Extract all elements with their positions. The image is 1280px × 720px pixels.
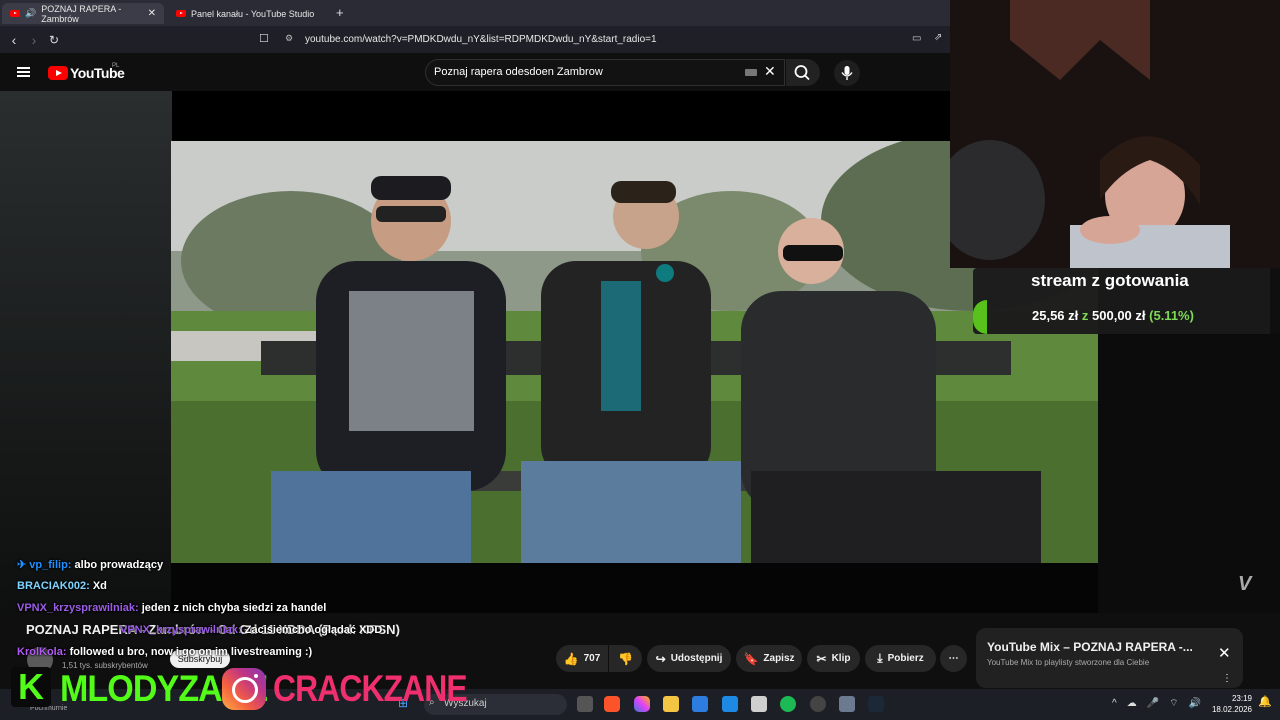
download-icon: ⤓ xyxy=(877,651,883,665)
goal-current: 25,56 zł xyxy=(1032,308,1079,323)
url-field[interactable]: youtube.com/watch?v=PMDKDwdu_nY&list=RDP… xyxy=(305,34,657,45)
dislike-button[interactable]: 👎 xyxy=(609,645,642,672)
mix-title[interactable]: YouTube Mix – POZNAJ RAPERA -... xyxy=(987,640,1193,654)
mix-subtitle: YouTube Mix to playlisty stworzone dla C… xyxy=(987,658,1150,667)
goal-percent: (5.11%) xyxy=(1149,308,1194,323)
tab-youtube-video[interactable]: 🔊 POZNAJ RAPERA - Zambrów ✕ xyxy=(2,3,164,24)
site-info-icon[interactable]: ⚙ xyxy=(285,33,293,44)
microphone-icon xyxy=(841,66,853,80)
share-label: Udostępnij xyxy=(670,653,723,664)
chat-message: BRACIAK002: Xd xyxy=(17,580,107,592)
search-button[interactable] xyxy=(786,59,820,86)
more-vertical-icon[interactable]: ⋮ xyxy=(1222,673,1232,684)
more-actions-button[interactable]: ⋯ xyxy=(940,645,967,672)
tab-close-icon[interactable]: ✕ xyxy=(148,8,156,19)
browser-tab-bar: 🔊 POZNAJ RAPERA - Zambrów ✕ Panel kanału… xyxy=(0,0,950,26)
webcam-image xyxy=(950,0,1280,268)
search-value[interactable]: Poznaj rapera odesdoen Zambrow xyxy=(434,66,603,78)
chat-message: ✈ vp_filip: albo prowadzący xyxy=(17,558,163,571)
address-bar: ‹ › ↻ ☐ ⚙ youtube.com/watch?v=PMDKDwdu_n… xyxy=(0,26,950,53)
chat-message: VPNX_krzysprawilniak: jeden z nich chyba… xyxy=(17,602,326,614)
instagram-handle: CRACKZANE xyxy=(273,668,468,709)
file-explorer-icon[interactable] xyxy=(663,696,679,712)
clock-date: 18.02.2026 xyxy=(1211,705,1252,714)
region-code: PL xyxy=(112,63,120,69)
thumbs-up-icon: 👍 xyxy=(563,651,579,666)
youtube-studio-favicon-icon xyxy=(176,10,186,17)
task-view-icon[interactable] xyxy=(577,696,593,712)
chat-username: VPNX_krzysprawilniak: xyxy=(17,602,139,614)
goal-target: 500,00 zł xyxy=(1092,308,1146,323)
tab-label: Panel kanału - YouTube Studio xyxy=(191,8,315,19)
clear-search-icon[interactable]: ✕ xyxy=(764,63,776,80)
discord-icon[interactable] xyxy=(810,696,826,712)
download-label: Pobierz xyxy=(887,653,924,664)
like-count: 707 xyxy=(583,653,601,664)
settings-icon[interactable] xyxy=(839,696,855,712)
channel-watermark-icon: V xyxy=(1238,573,1252,595)
clock-time: 23:19 xyxy=(1231,694,1252,703)
pin-icon: ✈ xyxy=(17,559,27,571)
new-tab-button[interactable]: + xyxy=(336,5,344,20)
notification-icon[interactable]: 🔔 xyxy=(1258,695,1272,708)
save-label: Zapisz xyxy=(763,653,795,664)
youtube-logo-icon[interactable] xyxy=(48,66,68,80)
chat-text: followed u bro, now i go on im livestrea… xyxy=(69,646,313,658)
share-page-icon[interactable]: ⇗ xyxy=(934,32,942,43)
tab-label: POZNAJ RAPERA - Zambrów xyxy=(41,3,122,24)
share-icon: ↪ xyxy=(655,651,666,666)
speaker-icon: 🔊 xyxy=(25,8,37,18)
player-letterbox-top xyxy=(172,91,950,141)
chat-username: KrolKola: xyxy=(17,646,67,658)
kick-logo-icon: K xyxy=(11,667,51,707)
like-button[interactable]: 👍 707 xyxy=(556,645,608,672)
chat-message: VPNX_krzysprawilniak: Zacisiemcho ogląda… xyxy=(120,624,382,636)
keyboard-icon[interactable] xyxy=(745,69,757,76)
download-button[interactable]: ⤓ Pobierz xyxy=(865,645,936,672)
clip-button[interactable]: ✂ Klip xyxy=(807,645,860,672)
snipping-tool-icon[interactable] xyxy=(751,696,767,712)
brave-browser-icon[interactable] xyxy=(604,696,620,712)
youtube-favicon-icon xyxy=(10,10,20,17)
clock[interactable]: 23:19 18.02.2026 xyxy=(1210,693,1252,715)
instagram-logo-icon xyxy=(222,668,266,710)
tab-youtube-studio[interactable]: Panel kanału - YouTube Studio xyxy=(168,3,328,24)
back-icon[interactable]: ‹ xyxy=(4,32,24,48)
close-icon[interactable]: ✕ xyxy=(1218,644,1231,662)
chat-username: vp_filip: xyxy=(29,559,72,571)
system-tray-icons[interactable]: ^☁🎤⌔🔊 xyxy=(1112,697,1211,710)
more-horizontal-icon: ⋯ xyxy=(948,653,959,664)
chat-text: albo prowadzący xyxy=(74,559,164,571)
share-button[interactable]: ↪ Udostępnij xyxy=(647,645,731,672)
thumbs-down-icon: 👎 xyxy=(618,651,633,666)
menu-icon[interactable] xyxy=(17,67,30,77)
donation-goal-title: stream z gotowania xyxy=(1031,271,1189,290)
clip-label: Klip xyxy=(831,653,851,664)
microsoft-store-icon[interactable] xyxy=(692,696,708,712)
voice-search-button[interactable] xyxy=(834,60,860,86)
bookmark-add-icon: 🔖 xyxy=(743,651,759,666)
search-icon xyxy=(794,65,810,81)
bookmark-icon[interactable]: ☐ xyxy=(259,32,269,45)
reload-icon[interactable]: ↻ xyxy=(44,33,64,47)
chat-username: VPNX_krzysprawilniak: xyxy=(120,624,242,636)
spotify-icon[interactable] xyxy=(780,696,796,712)
steam-icon[interactable] xyxy=(868,696,884,712)
chat-username: BRACIAK002: xyxy=(17,580,90,592)
donation-goal-amount: 25,56 zł z 500,00 zł (5.11%) xyxy=(1032,308,1194,323)
cast-icon[interactable]: ▭ xyxy=(912,33,921,44)
chat-message: KrolKola: followed u bro, now i go on im… xyxy=(17,646,312,658)
save-button[interactable]: 🔖 Zapisz xyxy=(736,645,802,672)
chat-text: Zacisiemcho oglądać XDD xyxy=(244,624,383,636)
chat-text: Xd xyxy=(92,580,107,592)
notepad-icon[interactable] xyxy=(722,696,738,712)
chat-text: jeden z nich chyba siedzi za handel xyxy=(141,602,327,614)
copilot-icon[interactable] xyxy=(634,696,650,712)
right-background xyxy=(1098,333,1280,623)
goal-separator: z xyxy=(1081,308,1089,323)
forward-icon[interactable]: › xyxy=(24,32,44,48)
scissors-icon: ✂ xyxy=(816,651,827,666)
webcam-overlay xyxy=(950,0,1280,268)
